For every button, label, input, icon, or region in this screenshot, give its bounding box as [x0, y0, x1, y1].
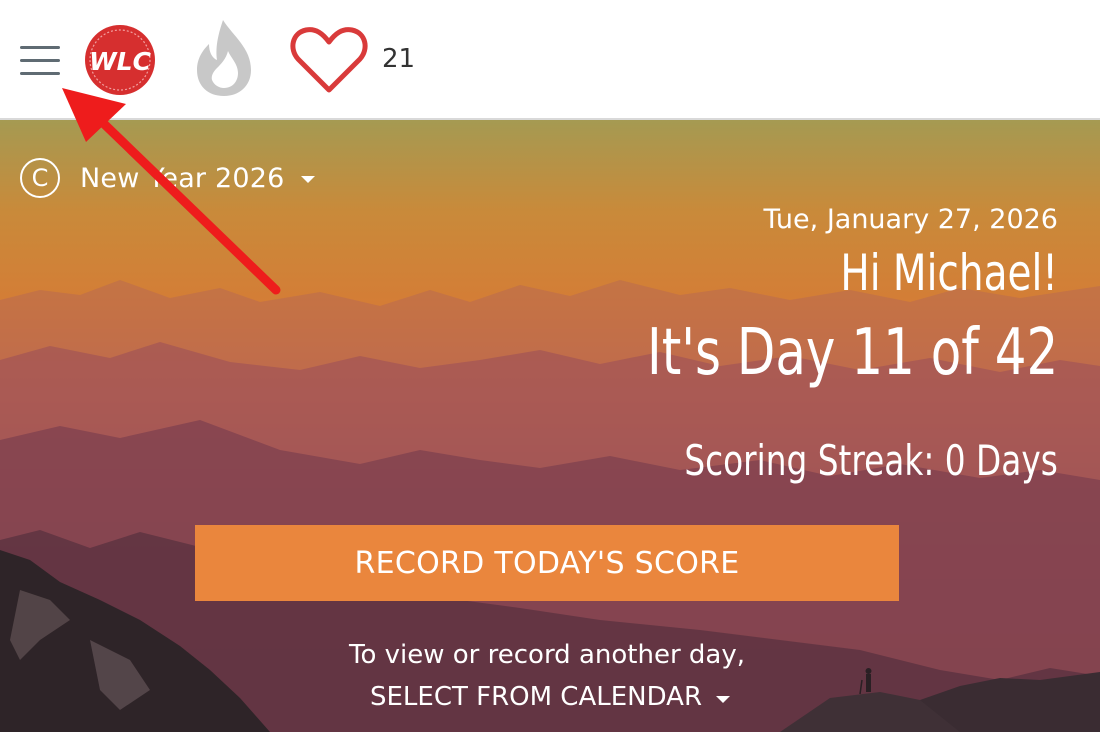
logo-text: WLC — [89, 47, 152, 76]
caret-down-icon — [716, 695, 731, 703]
heart-icon[interactable] — [290, 26, 368, 94]
greeting: Hi Michael! — [840, 244, 1058, 302]
top-bar: WLC 21 — [0, 0, 1100, 120]
current-date: Tue, January 27, 2026 — [763, 204, 1058, 235]
other-day-prompt: To view or record another day, — [349, 640, 745, 670]
day-progress: It's Day 11 of 42 — [646, 316, 1058, 390]
hamburger-menu-icon[interactable] — [18, 42, 62, 82]
record-score-button[interactable]: RECORD TODAY'S SCORE — [195, 525, 899, 601]
wlc-logo[interactable]: WLC — [84, 24, 156, 96]
calendar-link-label: SELECT FROM CALENDAR — [369, 682, 703, 712]
challenge-dropdown[interactable]: C New Year 2026 — [20, 156, 315, 200]
scoring-streak: Scoring Streak: 0 Days — [684, 436, 1058, 485]
challenge-name: New Year 2026 — [80, 162, 285, 194]
hero-banner: C New Year 2026 Tue, January 27, 2026 Hi… — [0, 120, 1100, 732]
challenge-icon: C — [20, 158, 60, 198]
heart-count: 21 — [382, 44, 416, 74]
flame-icon[interactable] — [193, 18, 255, 98]
select-from-calendar-link[interactable]: SELECT FROM CALENDAR — [0, 682, 1100, 712]
caret-down-icon — [300, 176, 315, 183]
